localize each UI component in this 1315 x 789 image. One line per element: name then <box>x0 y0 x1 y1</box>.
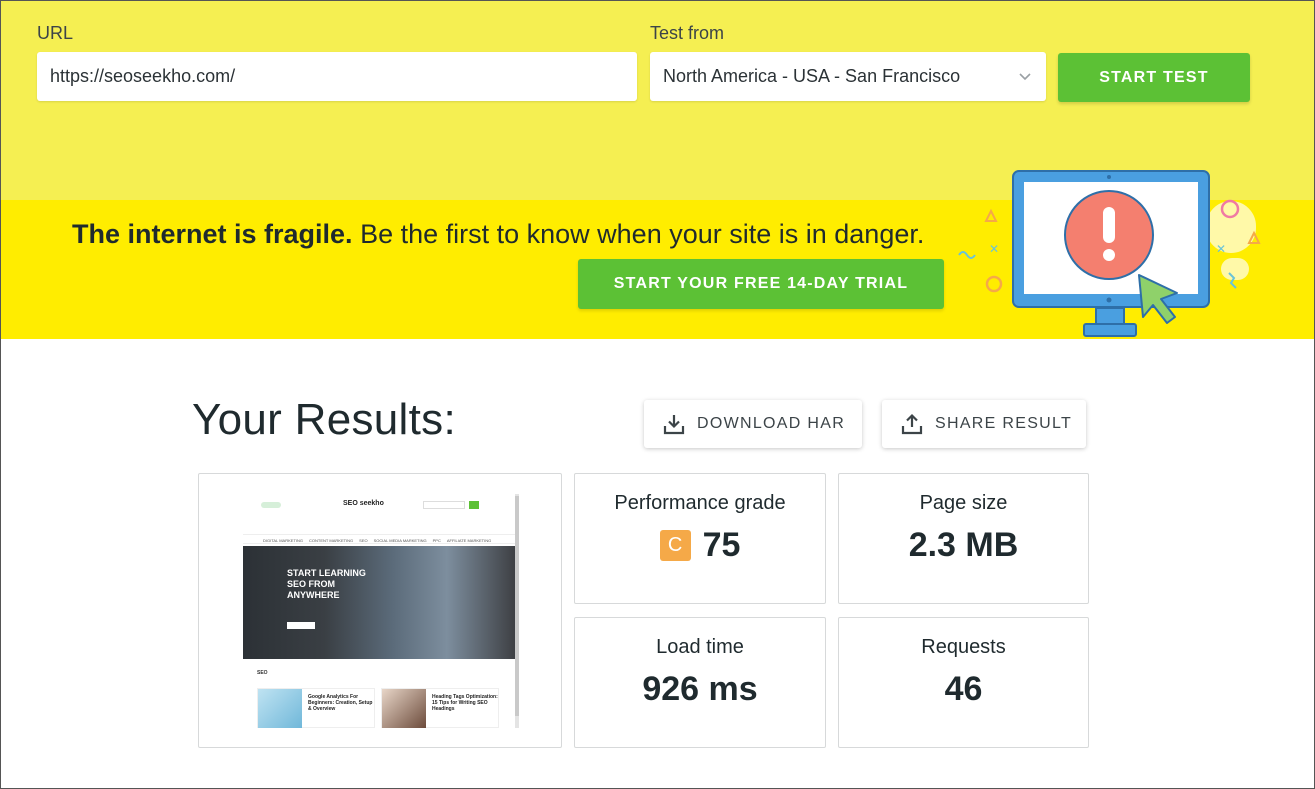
thumb-post: Google Analytics For Beginners: Creation… <box>257 688 375 728</box>
page-size-card: Page size 2.3 MB <box>838 473 1089 604</box>
load-time-card: Load time 926 ms <box>574 617 826 748</box>
page: URL Test from North America - USA - San … <box>0 0 1315 789</box>
thumb-nav: SEO seekho <box>243 494 515 512</box>
page-size-label: Page size <box>919 492 1008 514</box>
thumb-hero-text: START LEARNING SEO FROM ANYWHERE <box>287 568 366 600</box>
download-icon <box>663 415 685 435</box>
load-time-label: Load time <box>656 636 744 658</box>
svg-text:✕: ✕ <box>989 242 999 256</box>
share-upload-icon <box>901 413 923 435</box>
banner-headline-rest: Be the first to know when your site is i… <box>352 219 925 249</box>
page-screenshot: SEO seekho DIGITAL MARKETING CONTENT MAR… <box>243 494 519 728</box>
requests-card: Requests 46 <box>838 617 1089 748</box>
thumb-hero-button <box>287 622 315 629</box>
test-location-select[interactable]: North America - USA - San Francisco <box>650 52 1046 101</box>
start-test-button[interactable]: START TEST <box>1058 53 1250 102</box>
url-input[interactable] <box>37 52 637 101</box>
chevron-down-icon <box>1019 73 1031 81</box>
banner-headline: The internet is fragile. Be the first to… <box>72 219 924 250</box>
requests-label: Requests <box>921 636 1006 658</box>
free-trial-button[interactable]: START YOUR FREE 14-DAY TRIAL <box>578 259 944 309</box>
results-title: Your Results: <box>192 395 456 444</box>
download-har-label: DOWNLOAD HAR <box>697 415 846 432</box>
monitor-alert-illustration: ✕ ✕ <box>958 170 1261 337</box>
requests-value: 46 <box>944 670 983 708</box>
page-screenshot-card[interactable]: SEO seekho DIGITAL MARKETING CONTENT MAR… <box>198 473 562 748</box>
share-result-button[interactable]: SHARE RESULT <box>882 400 1086 448</box>
banner-headline-bold: The internet is fragile. <box>72 219 353 249</box>
load-time-value: 926 ms <box>642 670 758 708</box>
performance-grade-value-row: C 75 <box>575 526 825 565</box>
url-label: URL <box>37 23 74 43</box>
download-har-button[interactable]: DOWNLOAD HAR <box>644 400 862 448</box>
share-result-label: SHARE RESULT <box>935 415 1073 432</box>
performance-grade-label: Performance grade <box>614 492 786 514</box>
page-size-value: 2.3 MB <box>908 526 1019 564</box>
performance-grade-card: Performance grade C 75 <box>574 473 826 604</box>
thumb-scrollbar <box>515 494 519 728</box>
test-from-label: Test from <box>650 23 725 43</box>
test-location-value: North America - USA - San Francisco <box>663 66 961 86</box>
thumb-menu: DIGITAL MARKETING CONTENT MARKETING SEO … <box>243 534 515 544</box>
svg-text:✕: ✕ <box>1216 242 1226 256</box>
thumb-post: Heading Tags Optimization: 15 Tips for W… <box>381 688 499 728</box>
thumb-hero: START LEARNING SEO FROM ANYWHERE <box>243 546 515 659</box>
grade-badge: C <box>659 530 691 561</box>
performance-score: 75 <box>702 526 741 564</box>
thumb-logo: SEO seekho <box>343 500 384 507</box>
thumb-section-title: SEO <box>257 670 268 676</box>
